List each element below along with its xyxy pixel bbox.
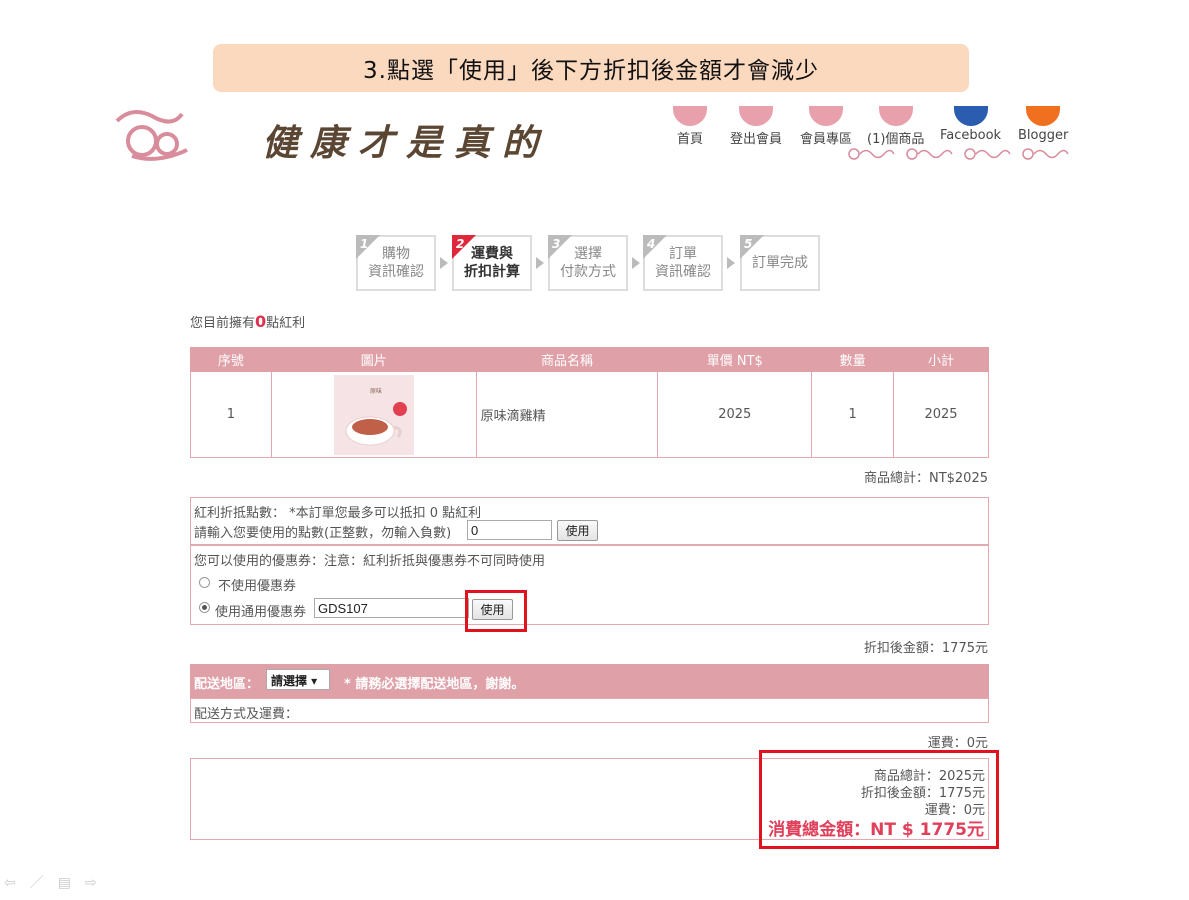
bonus-points-input[interactable] (467, 520, 552, 540)
nav-blogger[interactable]: Blogger (1018, 106, 1068, 143)
svg-text:2: 2 (456, 237, 464, 251)
highlight-summary (759, 750, 999, 849)
step-cart-confirm: 1 購物 資訊確認 (356, 235, 436, 291)
bonus-info-text: 紅利折抵點數： *本訂單您最多可以抵扣 0 點紅利 (194, 506, 482, 521)
nav-member[interactable]: 會員專區 (800, 106, 852, 147)
step-number-icon: 5 (740, 235, 764, 259)
nav-facebook[interactable]: Facebook (940, 106, 1001, 143)
step-number-icon: 4 (643, 235, 667, 259)
facebook-icon (953, 106, 988, 126)
next-icon[interactable]: ⇨ (85, 875, 111, 891)
step-arrow-icon (440, 257, 448, 269)
shipping-note: * 請務必選擇配送地區，謝謝。 (344, 677, 525, 692)
nav-home[interactable]: 首頁 (673, 106, 707, 147)
product-image[interactable]: 原味 (333, 374, 414, 455)
pen-icon[interactable]: ／ (30, 875, 58, 891)
blogger-icon (1026, 106, 1061, 126)
brand-title: 健康才是真的 (262, 122, 551, 164)
coupon-code-input[interactable] (314, 598, 469, 618)
product-image-cell: 原味 (270, 371, 477, 458)
cart-table: 序號 圖片 商品名稱 單價 NT$ 數量 小計 1 原味 原味滴雞精 2025 … (190, 347, 989, 458)
column-header: 圖片 (270, 347, 477, 372)
use-bonus-button[interactable]: 使用 (557, 520, 598, 541)
discount-total: 折扣後金額：1775元 (863, 641, 988, 656)
column-header: 小計 (893, 347, 989, 372)
row-index: 1 (190, 371, 272, 458)
logo-icon (115, 110, 188, 161)
step-arrow-icon (632, 257, 640, 269)
column-header: 序號 (190, 347, 272, 372)
step-arrow-icon (727, 257, 735, 269)
member-icon (809, 106, 843, 126)
shipping-method-label: 配送方式及運費： (194, 707, 299, 722)
nav-logout[interactable]: 登出會員 (730, 106, 782, 147)
table-row: 1 原味 原味滴雞精 2025 1 2025 (190, 371, 989, 458)
step-shipping-discount: 2 運費與 折扣計算 (452, 235, 532, 291)
column-header: 數量 (811, 347, 895, 372)
radio-no-coupon[interactable] (199, 577, 210, 588)
bonus-input-label: 請輸入您要使用的點數(正整數，勿輸入負數) (194, 526, 452, 541)
product-total: 商品總計：NT$2025 (863, 471, 988, 486)
svg-text:5: 5 (744, 237, 752, 251)
step-order-confirm: 4 訂單 資訊確認 (643, 235, 723, 291)
step-arrow-icon (536, 257, 544, 269)
coupon-title: 您可以使用的優惠券：注意：紅利折抵與優惠券不可同時使用 (194, 554, 546, 569)
cart-icon (878, 106, 913, 126)
shipping-fee: 運費：0元 (927, 736, 988, 751)
radio-use-coupon-label: 使用通用優惠券 (215, 605, 307, 620)
logout-icon (739, 106, 773, 126)
instruction-text: 3.點選「使用」後下方折扣後金額才會減少 (363, 58, 819, 84)
table-header-row: 序號 圖片 商品名稱 單價 NT$ 數量 小計 (190, 347, 989, 372)
step-number-icon: 3 (548, 235, 572, 259)
column-header: 商品名稱 (475, 347, 659, 372)
step-order-complete: 5 訂單完成 (740, 235, 820, 291)
product-name[interactable]: 原味滴雞精 (475, 371, 659, 458)
radio-no-coupon-label: 不使用優惠券 (218, 579, 297, 594)
svg-text:3: 3 (552, 237, 560, 251)
step-number-icon: 2 (452, 235, 476, 259)
bonus-points-info: 您目前擁有0點紅利 (190, 312, 306, 331)
svg-text:4: 4 (646, 237, 655, 251)
nav-cart[interactable]: (1)個商品 (867, 106, 924, 147)
unit-price: 2025 (657, 371, 813, 458)
slide-controls: ⇦／▤⇨ (4, 872, 111, 892)
shipping-method-box (190, 698, 989, 723)
svg-text:1: 1 (360, 237, 368, 251)
step-payment: 3 選擇 付款方式 (548, 235, 628, 291)
column-header: 單價 NT$ (657, 347, 813, 372)
previous-icon[interactable]: ⇦ (4, 875, 30, 891)
radio-use-coupon[interactable] (199, 602, 210, 613)
svg-text:原味: 原味 (370, 387, 382, 395)
instruction-banner: 3.點選「使用」後下方折扣後金額才會減少 (213, 44, 969, 92)
home-icon (673, 106, 707, 126)
decorative-scroll-icon (846, 147, 1076, 161)
quantity: 1 (811, 371, 895, 458)
shipping-region-label: 配送地區： (194, 677, 260, 692)
highlight-use-button (465, 590, 527, 632)
shipping-region-select[interactable]: 請選擇 ▾ (266, 669, 330, 690)
subtotal: 2025 (893, 371, 989, 458)
menu-icon[interactable]: ▤ (58, 875, 85, 891)
step-number-icon: 1 (356, 235, 380, 259)
